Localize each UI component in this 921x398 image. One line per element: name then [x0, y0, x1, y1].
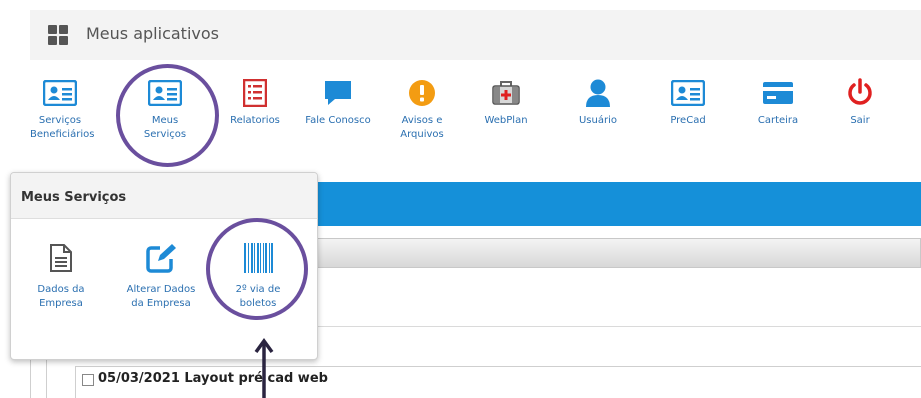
- report-icon: [243, 79, 267, 107]
- app-usuario[interactable]: Usuário: [568, 78, 628, 128]
- app-label-line1: PreCad: [670, 115, 706, 126]
- apps-bar: Serviços Beneficiários Meus Serviços Rel…: [30, 78, 921, 158]
- service-dados-empresa[interactable]: Dados da Empresa: [29, 241, 93, 311]
- app-relatorios[interactable]: Relatorios: [220, 78, 290, 128]
- service-alterar-dados[interactable]: Alterar Dados da Empresa: [121, 241, 201, 311]
- warning-icon: [409, 80, 435, 106]
- item-checkbox[interactable]: [82, 374, 94, 386]
- chat-icon: [325, 81, 351, 105]
- app-label-line2: Serviços: [143, 129, 187, 140]
- app-label-line1: Avisos e: [401, 115, 443, 126]
- service-label-line1: 2º via de: [235, 284, 281, 295]
- service-label-line1: Dados da: [37, 284, 85, 295]
- app-avisos-arquivos[interactable]: Avisos e Arquivos: [392, 78, 452, 142]
- app-servicos-beneficiarios[interactable]: Serviços Beneficiários: [30, 78, 95, 142]
- credit-card-icon: [763, 82, 793, 104]
- app-label-line1: Fale Conosco: [305, 115, 371, 126]
- service-label-line1: Alterar Dados: [126, 284, 196, 295]
- app-label-line1: Usuário: [578, 115, 617, 126]
- medkit-icon: [492, 81, 520, 105]
- app-sair[interactable]: Sair: [840, 78, 880, 128]
- document-icon: [50, 244, 72, 272]
- service-label-line2: boletos: [239, 298, 277, 309]
- app-label-line1: Meus: [151, 115, 179, 126]
- id-card-icon: [671, 80, 705, 106]
- apps-header-title: Meus aplicativos: [86, 24, 219, 43]
- app-label-line1: Relatorios: [230, 115, 280, 126]
- app-fale-conosco[interactable]: Fale Conosco: [298, 78, 378, 128]
- list-item[interactable]: 05/03/2021 Layout pré cad web: [75, 366, 921, 398]
- app-label-line1: WebPlan: [484, 115, 528, 126]
- app-label-line1: Serviços: [38, 115, 82, 126]
- app-meus-servicos[interactable]: Meus Serviços: [135, 78, 195, 142]
- service-segunda-via-boletos[interactable]: 2º via de boletos: [223, 241, 293, 311]
- edit-icon: [146, 244, 176, 273]
- service-label-line2: da Empresa: [131, 298, 191, 309]
- service-label-line2: Empresa: [39, 298, 83, 309]
- app-label-line1: Sair: [850, 115, 870, 126]
- app-label-line2: Beneficiários: [30, 129, 95, 140]
- grid-icon: [48, 25, 68, 45]
- popup-title: Meus Serviços: [11, 173, 317, 219]
- barcode-icon: [244, 243, 273, 273]
- id-card-icon: [148, 80, 182, 106]
- id-card-icon: [43, 80, 77, 106]
- apps-header: Meus aplicativos: [30, 10, 921, 60]
- meus-servicos-popup: Meus Serviços Dados da Empresa Alterar D…: [10, 172, 318, 360]
- list-item-text: 05/03/2021 Layout pré cad web: [98, 371, 328, 386]
- arrow-up-icon: [254, 338, 274, 398]
- app-precad[interactable]: PreCad: [658, 78, 718, 128]
- user-icon: [586, 79, 610, 107]
- app-carteira[interactable]: Carteira: [748, 78, 808, 128]
- app-webplan[interactable]: WebPlan: [476, 78, 536, 128]
- power-icon: [848, 78, 872, 105]
- app-label-line1: Carteira: [757, 115, 799, 126]
- app-label-line2: Arquivos: [400, 129, 444, 140]
